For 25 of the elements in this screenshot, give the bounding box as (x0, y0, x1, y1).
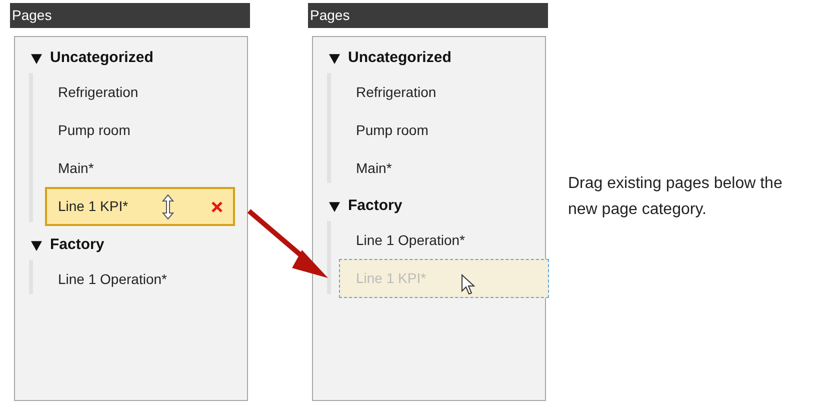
panel-header: Pages (10, 3, 250, 28)
close-icon[interactable] (211, 200, 223, 212)
page-item[interactable]: Refrigeration (29, 73, 247, 111)
category-title[interactable]: Uncategorized (348, 46, 452, 70)
category-title[interactable]: Factory (348, 194, 402, 218)
expanded-triangle-icon[interactable] (329, 52, 340, 64)
category-title[interactable]: Uncategorized (50, 46, 154, 70)
page-item[interactable]: Main* (29, 149, 247, 187)
page-item[interactable]: Line 1 Operation* (327, 221, 545, 259)
panel-header: Pages (308, 3, 548, 28)
category-title[interactable]: Factory (50, 234, 104, 256)
page-item-ghost: Line 1 KPI* (356, 269, 426, 288)
page-item[interactable]: Pump room (327, 111, 545, 149)
expanded-triangle-icon[interactable] (31, 52, 42, 64)
expanded-triangle-icon[interactable] (31, 240, 42, 250)
page-item[interactable]: Line 1 Operation* (29, 260, 247, 298)
page-item[interactable]: Main* (327, 149, 545, 187)
resize-vertical-icon (162, 194, 174, 220)
page-item[interactable]: Refrigeration (327, 73, 545, 111)
page-item[interactable]: Pump room (29, 111, 247, 149)
caption: Drag existing pages below the new page category. (568, 174, 784, 220)
page-item[interactable]: Line 1 KPI* (45, 187, 235, 226)
arrow-icon (246, 208, 330, 280)
cursor-icon (461, 274, 475, 296)
expanded-triangle-icon[interactable] (329, 200, 340, 212)
